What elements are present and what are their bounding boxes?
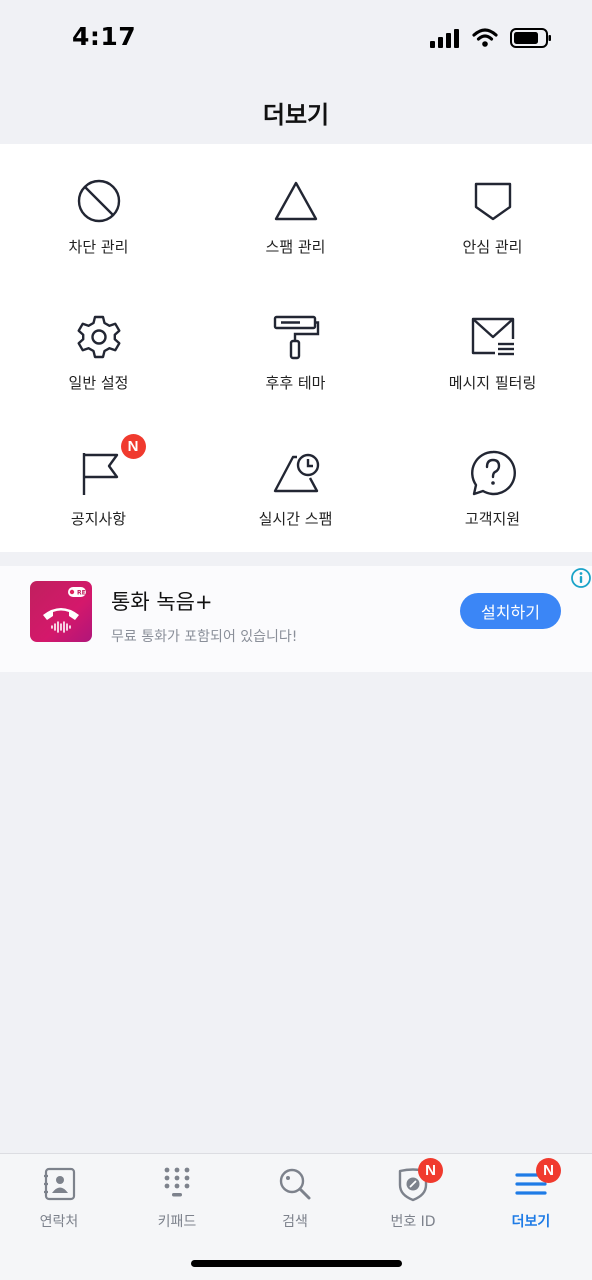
- status-icons: [430, 27, 552, 53]
- new-badge: N: [418, 1158, 443, 1183]
- home-indicator[interactable]: [191, 1260, 402, 1267]
- gear-icon: [75, 313, 123, 361]
- tab-label: 더보기: [511, 1214, 551, 1230]
- menu-item-label: 고객지원: [464, 510, 521, 528]
- tab-more[interactable]: N 더보기: [472, 1154, 590, 1244]
- status-bar: 4:17: [0, 0, 592, 80]
- tab-keypad[interactable]: 키패드: [118, 1154, 236, 1244]
- new-badge: N: [120, 434, 146, 459]
- info-icon[interactable]: [570, 567, 592, 589]
- shield-icon: [469, 177, 517, 225]
- menu-item-customer-support[interactable]: 고객지원: [394, 416, 591, 552]
- menu-item-label: 후후 테마: [265, 374, 326, 392]
- menu-item-label: 공지사항: [70, 510, 127, 528]
- menu-item-message-filtering[interactable]: 메시지 필터링: [394, 280, 591, 416]
- battery-icon: [510, 27, 552, 53]
- menu-item-label: 메시지 필터링: [448, 374, 537, 392]
- ad-title: 통화 녹음+: [111, 590, 213, 614]
- header: 더보기: [0, 80, 592, 144]
- tab-search[interactable]: 검색: [236, 1154, 354, 1244]
- number-id-icon: N: [395, 1158, 443, 1202]
- menu-item-label: 일반 설정: [68, 374, 129, 392]
- tab-label: 키패드: [157, 1214, 197, 1230]
- help-icon: [469, 449, 517, 497]
- menu-item-label: 차단 관리: [68, 238, 129, 256]
- wifi-icon: [472, 28, 498, 52]
- tab-number-id[interactable]: N 번호 ID: [354, 1154, 472, 1244]
- tab-label: 연락처: [39, 1214, 79, 1230]
- menu-item-label: 안심 관리: [462, 238, 523, 256]
- status-time: 4:17: [72, 22, 137, 51]
- tab-label: 번호 ID: [390, 1214, 436, 1230]
- ad-banner[interactable]: REC 통화 녹음+ 무료 통화가 포함되어 있습니다! 설치하기: [0, 566, 592, 672]
- search-icon: [277, 1166, 313, 1202]
- realtime-spam-icon: [272, 449, 320, 497]
- menu-item-safety-management[interactable]: 안심 관리: [394, 144, 591, 280]
- install-button[interactable]: 설치하기: [460, 593, 561, 629]
- contacts-icon: [41, 1166, 77, 1202]
- triangle-icon: [272, 177, 320, 225]
- menu-item-block-management[interactable]: 차단 관리: [0, 144, 197, 280]
- new-badge: N: [536, 1158, 561, 1183]
- more-menu-icon: N: [513, 1158, 561, 1202]
- block-icon: [75, 177, 123, 225]
- cellular-signal-icon: [430, 28, 460, 52]
- call-recording-app-icon: REC: [30, 581, 92, 642]
- app-icon-rec-text: REC: [77, 590, 91, 597]
- keypad-icon: [159, 1166, 195, 1202]
- menu-item-notices[interactable]: N 공지사항: [0, 416, 197, 552]
- menu-item-spam-management[interactable]: 스팸 관리: [197, 144, 394, 280]
- tab-label: 검색: [282, 1214, 308, 1230]
- menu-item-huhu-theme[interactable]: 후후 테마: [197, 280, 394, 416]
- tab-contacts[interactable]: 연락처: [0, 1154, 118, 1244]
- menu-item-general-settings[interactable]: 일반 설정: [0, 280, 197, 416]
- menu-item-realtime-spam[interactable]: 실시간 스팸: [197, 416, 394, 552]
- menu-item-label: 스팸 관리: [265, 238, 326, 256]
- menu-grid: 차단 관리 스팸 관리 안심 관리 일반 설정 후후 테마 메시지 필터링 N …: [0, 144, 592, 552]
- page-title: 더보기: [262, 100, 330, 129]
- paint-roller-icon: [272, 313, 320, 361]
- ad-subtitle: 무료 통화가 포함되어 있습니다!: [111, 629, 298, 645]
- flag-icon: N: [75, 434, 146, 497]
- message-filter-icon: [469, 313, 517, 361]
- menu-item-label: 실시간 스팸: [258, 510, 333, 528]
